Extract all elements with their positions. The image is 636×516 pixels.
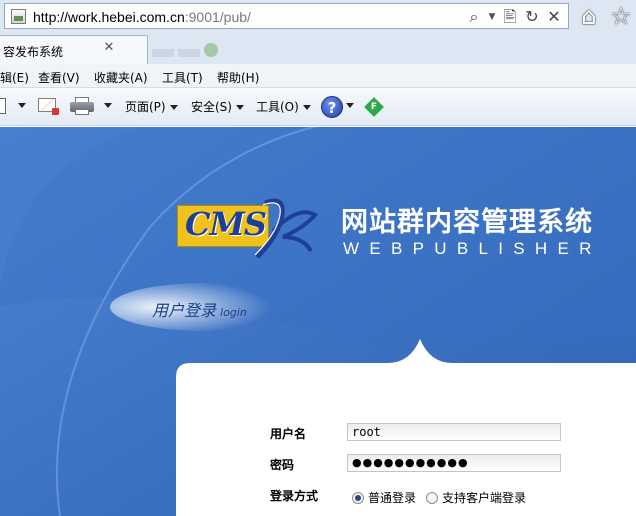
tab-active[interactable]: 容发布系统 ✕ (0, 35, 148, 64)
login-mode-normal-radio[interactable]: 普通登录 (352, 489, 416, 506)
command-bar: 页面(P) 安全(S) 工具(O) ? F (0, 88, 636, 126)
address-bar-area: http://work.hebei.com.cn:9001/pub/ ⌕ ▼ 🖹… (0, 0, 636, 34)
cms-logo: CMS (177, 197, 319, 267)
username-input[interactable]: root (347, 423, 561, 441)
refresh-icon[interactable]: ↻ (522, 7, 542, 27)
help-dropdown[interactable] (342, 98, 354, 112)
login-heading: 用户登录 login (152, 301, 247, 320)
mail-icon[interactable] (38, 98, 59, 115)
page-icon (11, 9, 26, 24)
password-label: 密码 (270, 458, 295, 472)
cms-logo-mark (254, 198, 319, 259)
help-icon[interactable]: ? (321, 96, 343, 118)
compatibility-view-icon[interactable]: 🖹 (500, 7, 520, 27)
system-subtitle: WEBPUBLISHER (343, 239, 602, 258)
username-label: 用户名 (270, 427, 307, 441)
radio-unselected-icon[interactable] (426, 491, 438, 504)
url-text[interactable]: http://work.hebei.com.cn:9001/pub/ (33, 9, 251, 25)
tab-title: 容发布系统 (3, 45, 64, 59)
home-icon[interactable]: ⌂ (576, 2, 602, 30)
system-title: 网站群内容管理系统 (341, 207, 593, 238)
menu-favorites[interactable]: 收藏夹(A) (94, 69, 148, 86)
page-menu-button[interactable]: 页面(P) (125, 98, 178, 115)
login-mode-client-radio[interactable]: 支持客户端登录 (426, 489, 526, 506)
menu-edit[interactable]: 编辑(E) (0, 69, 29, 86)
radio-selected-icon[interactable] (352, 491, 364, 504)
feeds-icon[interactable] (0, 98, 6, 114)
password-input[interactable]: ●●●●●●●●●●● (347, 454, 561, 472)
menu-tools[interactable]: 工具(T) (162, 69, 203, 86)
star-icon[interactable]: ☆ (608, 2, 634, 30)
menu-view[interactable]: 查看(V) (38, 69, 80, 86)
print-dropdown[interactable] (100, 98, 112, 112)
chevron-down-icon[interactable]: ▼ (486, 7, 498, 27)
search-icon[interactable]: ⌕ (464, 7, 484, 27)
tab-close-icon[interactable]: ✕ (101, 40, 117, 56)
menu-bar: 编辑(E) 查看(V) 收藏夹(A) 工具(T) 帮助(H) (0, 64, 636, 88)
menu-help[interactable]: 帮助(H) (217, 69, 259, 86)
tab-bar: 容发布系统 ✕ (0, 34, 636, 64)
address-bar[interactable]: http://work.hebei.com.cn:9001/pub/ ⌕ ▼ 🖹… (4, 3, 569, 29)
safety-menu-button[interactable]: 安全(S) (191, 98, 244, 115)
login-mode-label: 登录方式 (270, 489, 319, 503)
close-icon[interactable]: ✕ (544, 7, 564, 27)
new-tab-placeholder[interactable] (152, 39, 332, 63)
extension-icon[interactable]: F (364, 97, 384, 117)
print-icon[interactable] (70, 97, 94, 115)
tools-menu-button[interactable]: 工具(O) (256, 98, 311, 115)
login-page: CMS 网站群内容管理系统 WEBPUBLISHER 用户登录 login 用户名… (0, 127, 636, 516)
feeds-dropdown[interactable] (14, 98, 26, 112)
